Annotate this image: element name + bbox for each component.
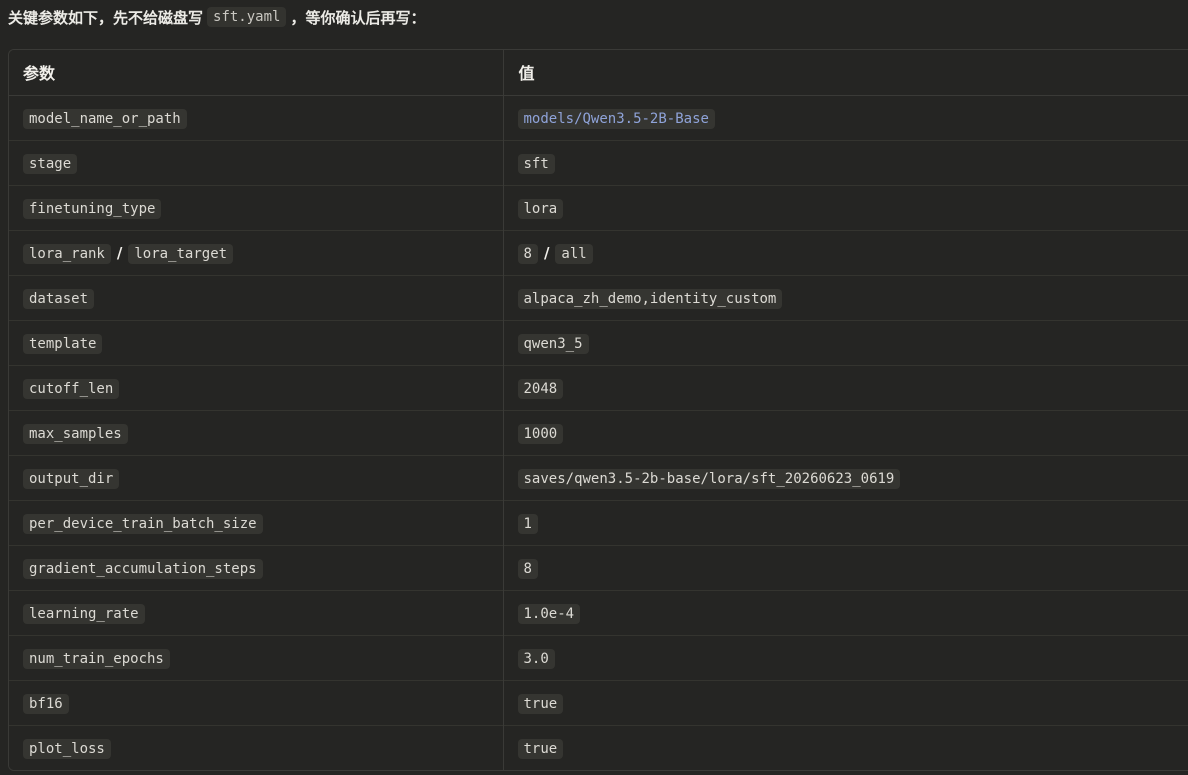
param-name-code: plot_loss	[23, 738, 111, 759]
table-row: gradient_accumulation_steps 8	[9, 544, 1188, 590]
table-row: learning_rate 1.0e-4	[9, 589, 1188, 635]
param-cell: dataset	[9, 274, 503, 320]
value-cell: 2048	[502, 364, 1188, 410]
value-cell: 8 / all	[502, 229, 1188, 275]
table-row: cutoff_len 2048	[9, 364, 1188, 410]
table-row: plot_loss true	[9, 724, 1188, 770]
param-cell: max_samples	[9, 409, 503, 455]
intro-before: 关键参数如下，先不给磁盘写	[8, 8, 204, 27]
param-name-code: output_dir	[23, 468, 120, 489]
header-value: 值	[502, 50, 1188, 96]
param-cell: num_train_epochs	[9, 634, 503, 680]
param-name-code: cutoff_len	[23, 378, 120, 399]
param-cell: model_name_or_path	[9, 94, 503, 140]
param-cell: finetuning_type	[9, 184, 503, 230]
table-row: template qwen3_5	[9, 319, 1188, 365]
value-code: 1.0e-4	[517, 603, 581, 624]
intro-text: 关键参数如下，先不给磁盘写 sft.yaml ，等你确认后再写：	[8, 4, 425, 30]
value-cell: qwen3_5	[502, 319, 1188, 365]
table-row: per_device_train_batch_size 1	[9, 499, 1188, 545]
value-link[interactable]: models/Qwen3.5-2B-Base	[517, 108, 715, 129]
table-row: num_train_epochs 3.0	[9, 634, 1188, 680]
value-cell: true	[502, 724, 1188, 770]
param-cell: output_dir	[9, 454, 503, 500]
value-cell: 8	[502, 544, 1188, 590]
value-code: true	[517, 738, 564, 759]
param-cell: plot_loss	[9, 724, 503, 770]
table-row: lora_rank / lora_target 8 / all	[9, 229, 1188, 275]
value-cell: alpaca_zh_demo,identity_custom	[502, 274, 1188, 320]
value-code: 1000	[517, 423, 564, 444]
param-name-code: model_name_or_path	[23, 108, 187, 129]
param-cell: per_device_train_batch_size	[9, 499, 503, 545]
value-cell: 1.0e-4	[502, 589, 1188, 635]
table-row: stage sft	[9, 139, 1188, 185]
table-row: model_name_or_path models/Qwen3.5-2B-Base	[9, 94, 1188, 140]
value-code: sft	[517, 153, 555, 174]
table-row: finetuning_type lora	[9, 184, 1188, 230]
value-code: 1	[517, 513, 538, 534]
filename-code: sft.yaml	[207, 7, 287, 27]
param-name-code: dataset	[23, 288, 95, 309]
value-code: lora	[517, 198, 564, 219]
param-name-code: max_samples	[23, 423, 128, 444]
param-name-code: lora_rank	[23, 243, 111, 264]
value-code: qwen3_5	[517, 333, 589, 354]
param-cell: bf16	[9, 679, 503, 725]
param-name-code: template	[23, 333, 103, 354]
param-name-code: learning_rate	[23, 603, 145, 624]
value-cell: saves/qwen3.5-2b-base/lora/sft_20260623_…	[502, 454, 1188, 500]
value-code: 3.0	[517, 648, 555, 669]
separator: /	[116, 243, 123, 262]
param-cell: lora_rank / lora_target	[9, 229, 503, 275]
intro-after: ，等你确认后再写：	[290, 8, 426, 27]
param-cell: cutoff_len	[9, 364, 503, 410]
param-cell: stage	[9, 139, 503, 185]
table-header-row: 参数 值	[9, 50, 1188, 96]
value-cell: lora	[502, 184, 1188, 230]
param-cell: learning_rate	[9, 589, 503, 635]
param-name-code: bf16	[23, 693, 69, 714]
param-cell: template	[9, 319, 503, 365]
param-name-code: gradient_accumulation_steps	[23, 558, 263, 579]
value-cell: true	[502, 679, 1188, 725]
value-code: saves/qwen3.5-2b-base/lora/sft_20260623_…	[517, 468, 901, 489]
value-code: alpaca_zh_demo,identity_custom	[517, 288, 783, 309]
param-name-code: lora_target	[128, 243, 234, 264]
separator: /	[543, 243, 550, 262]
table-row: dataset alpaca_zh_demo,identity_custom	[9, 274, 1188, 320]
header-param: 参数	[9, 50, 503, 96]
param-name-code: per_device_train_batch_size	[23, 513, 263, 534]
table-row: output_dir saves/qwen3.5-2b-base/lora/sft…	[9, 454, 1188, 500]
value-cell: 1	[502, 499, 1188, 545]
value-code: true	[517, 693, 564, 714]
param-cell: gradient_accumulation_steps	[9, 544, 503, 590]
value-code: 8	[517, 558, 538, 579]
value-cell: 1000	[502, 409, 1188, 455]
value-code: all	[555, 243, 593, 264]
params-table: 参数 值 model_name_or_path models/Qwen3.5-2B…	[8, 49, 1188, 771]
table-row: bf16 true	[9, 679, 1188, 725]
value-code: 8	[517, 243, 538, 264]
table-row: max_samples 1000	[9, 409, 1188, 455]
param-name-code: stage	[23, 153, 78, 174]
value-code: 2048	[517, 378, 564, 399]
value-cell: models/Qwen3.5-2B-Base	[502, 94, 1188, 140]
param-name-code: finetuning_type	[23, 198, 162, 219]
value-cell: 3.0	[502, 634, 1188, 680]
value-cell: sft	[502, 139, 1188, 185]
param-name-code: num_train_epochs	[23, 648, 170, 669]
